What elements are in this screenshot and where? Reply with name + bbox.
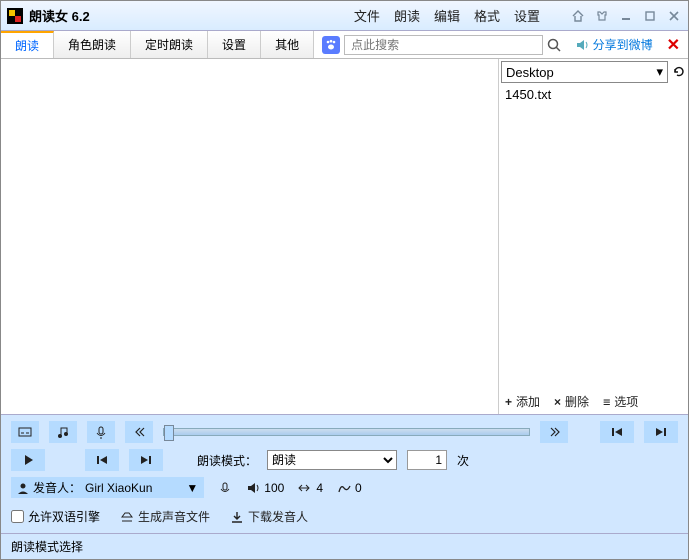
download-voice-button[interactable]: 下载发音人 bbox=[230, 508, 308, 525]
menu-read[interactable]: 朗读 bbox=[394, 6, 420, 25]
main-area: Desktop ▾ 1450.txt +添加 ×删除 ≡选项 bbox=[1, 59, 688, 414]
options-button[interactable]: ≡选项 bbox=[603, 393, 638, 410]
mic-setting[interactable] bbox=[218, 481, 232, 495]
status-text: 朗读模式选择 bbox=[11, 540, 83, 554]
gen-audio-button[interactable]: 生成声音文件 bbox=[120, 508, 210, 525]
location-dropdown[interactable]: Desktop ▾ bbox=[501, 61, 668, 83]
pitch-setting[interactable]: 0 bbox=[337, 481, 362, 495]
home-icon[interactable] bbox=[570, 8, 586, 24]
volume-icon bbox=[246, 481, 260, 495]
speed-value: 4 bbox=[316, 481, 323, 495]
voice-label: 发音人： bbox=[33, 479, 81, 496]
mic-icon[interactable] bbox=[87, 421, 115, 443]
text-editor[interactable] bbox=[1, 59, 498, 414]
prev-track-button[interactable] bbox=[600, 421, 634, 443]
pitch-icon bbox=[337, 482, 351, 494]
tab-roleplay[interactable]: 角色朗读 bbox=[54, 31, 131, 58]
chevron-down-icon: ▾ bbox=[656, 64, 663, 80]
mic2-icon bbox=[218, 481, 232, 495]
maximize-icon[interactable] bbox=[642, 8, 658, 24]
tab-other[interactable]: 其他 bbox=[261, 31, 314, 58]
share-label: 分享到微博 bbox=[593, 36, 653, 53]
tab-read[interactable]: 朗读 bbox=[1, 31, 54, 58]
search-icon[interactable] bbox=[543, 37, 565, 53]
tab-settings[interactable]: 设置 bbox=[208, 31, 261, 58]
add-button[interactable]: +添加 bbox=[505, 393, 540, 410]
pitch-value: 0 bbox=[355, 481, 362, 495]
paw-icon[interactable] bbox=[322, 36, 340, 54]
skin-icon[interactable] bbox=[594, 8, 610, 24]
refresh-icon[interactable] bbox=[670, 65, 688, 79]
menu-settings[interactable]: 设置 bbox=[514, 6, 540, 25]
app-window: 朗读女 6.2 文件 朗读 编辑 格式 设置 朗读 角色朗读 定时朗读 设置 其… bbox=[0, 0, 689, 560]
playback-controls: 朗读模式： 朗读 次 发音人： Girl XiaoKun ▼ 100 bbox=[1, 414, 688, 533]
export-icon bbox=[120, 511, 134, 523]
count-input[interactable] bbox=[407, 450, 447, 470]
file-item[interactable]: 1450.txt bbox=[499, 85, 688, 104]
download-icon bbox=[230, 511, 244, 523]
toolbar: 朗读 角色朗读 定时朗读 设置 其他 分享到微博 ✕ bbox=[1, 31, 688, 59]
voice-name: Girl XiaoKun bbox=[85, 481, 152, 495]
close-icon[interactable] bbox=[666, 8, 682, 24]
skip-fwd-button[interactable] bbox=[129, 449, 163, 471]
search-input[interactable] bbox=[344, 35, 543, 55]
progress-slider[interactable] bbox=[163, 428, 530, 436]
share-weibo[interactable]: 分享到微博 bbox=[569, 31, 659, 58]
app-icon bbox=[7, 8, 23, 24]
next-track-button[interactable] bbox=[644, 421, 678, 443]
delete-button[interactable]: ×删除 bbox=[554, 393, 589, 410]
skip-back-button[interactable] bbox=[85, 449, 119, 471]
speed-icon bbox=[298, 483, 312, 493]
seek-fwd-icon[interactable] bbox=[540, 421, 568, 443]
minimize-icon[interactable] bbox=[618, 8, 634, 24]
speed-setting[interactable]: 4 bbox=[298, 481, 323, 495]
volume-setting[interactable]: 100 bbox=[246, 481, 284, 495]
tab-timed[interactable]: 定时朗读 bbox=[131, 31, 208, 58]
menu-edit[interactable]: 编辑 bbox=[434, 6, 460, 25]
person-icon bbox=[17, 482, 29, 494]
subtitle-icon[interactable] bbox=[11, 421, 39, 443]
status-bar: 朗读模式选择 bbox=[1, 533, 688, 559]
sidebar-footer: +添加 ×删除 ≡选项 bbox=[499, 389, 688, 414]
mode-label: 朗读模式： bbox=[197, 452, 257, 469]
dual-engine-checkbox[interactable]: 允许双语引擎 bbox=[11, 508, 100, 525]
music-icon[interactable] bbox=[49, 421, 77, 443]
app-title: 朗读女 6.2 bbox=[29, 6, 90, 25]
sound-icon bbox=[575, 38, 589, 52]
voice-selector[interactable]: 发音人： Girl XiaoKun ▼ bbox=[11, 477, 204, 498]
count-suffix: 次 bbox=[457, 452, 469, 469]
mode-select[interactable]: 朗读 bbox=[267, 450, 397, 470]
location-value: Desktop bbox=[506, 65, 554, 80]
window-buttons bbox=[570, 8, 682, 24]
menu-file[interactable]: 文件 bbox=[354, 6, 380, 25]
menu-format[interactable]: 格式 bbox=[474, 6, 500, 25]
close-tab-icon[interactable]: ✕ bbox=[659, 31, 688, 58]
file-sidebar: Desktop ▾ 1450.txt +添加 ×删除 ≡选项 bbox=[498, 59, 688, 414]
titlebar: 朗读女 6.2 文件 朗读 编辑 格式 设置 bbox=[1, 1, 688, 31]
slider-thumb[interactable] bbox=[164, 425, 174, 441]
chevron-down-icon: ▼ bbox=[186, 481, 198, 495]
search-area bbox=[314, 31, 569, 58]
play-button[interactable] bbox=[11, 449, 45, 471]
menubar: 文件 朗读 编辑 格式 设置 bbox=[354, 6, 540, 25]
seek-back-icon[interactable] bbox=[125, 421, 153, 443]
volume-value: 100 bbox=[264, 481, 284, 495]
